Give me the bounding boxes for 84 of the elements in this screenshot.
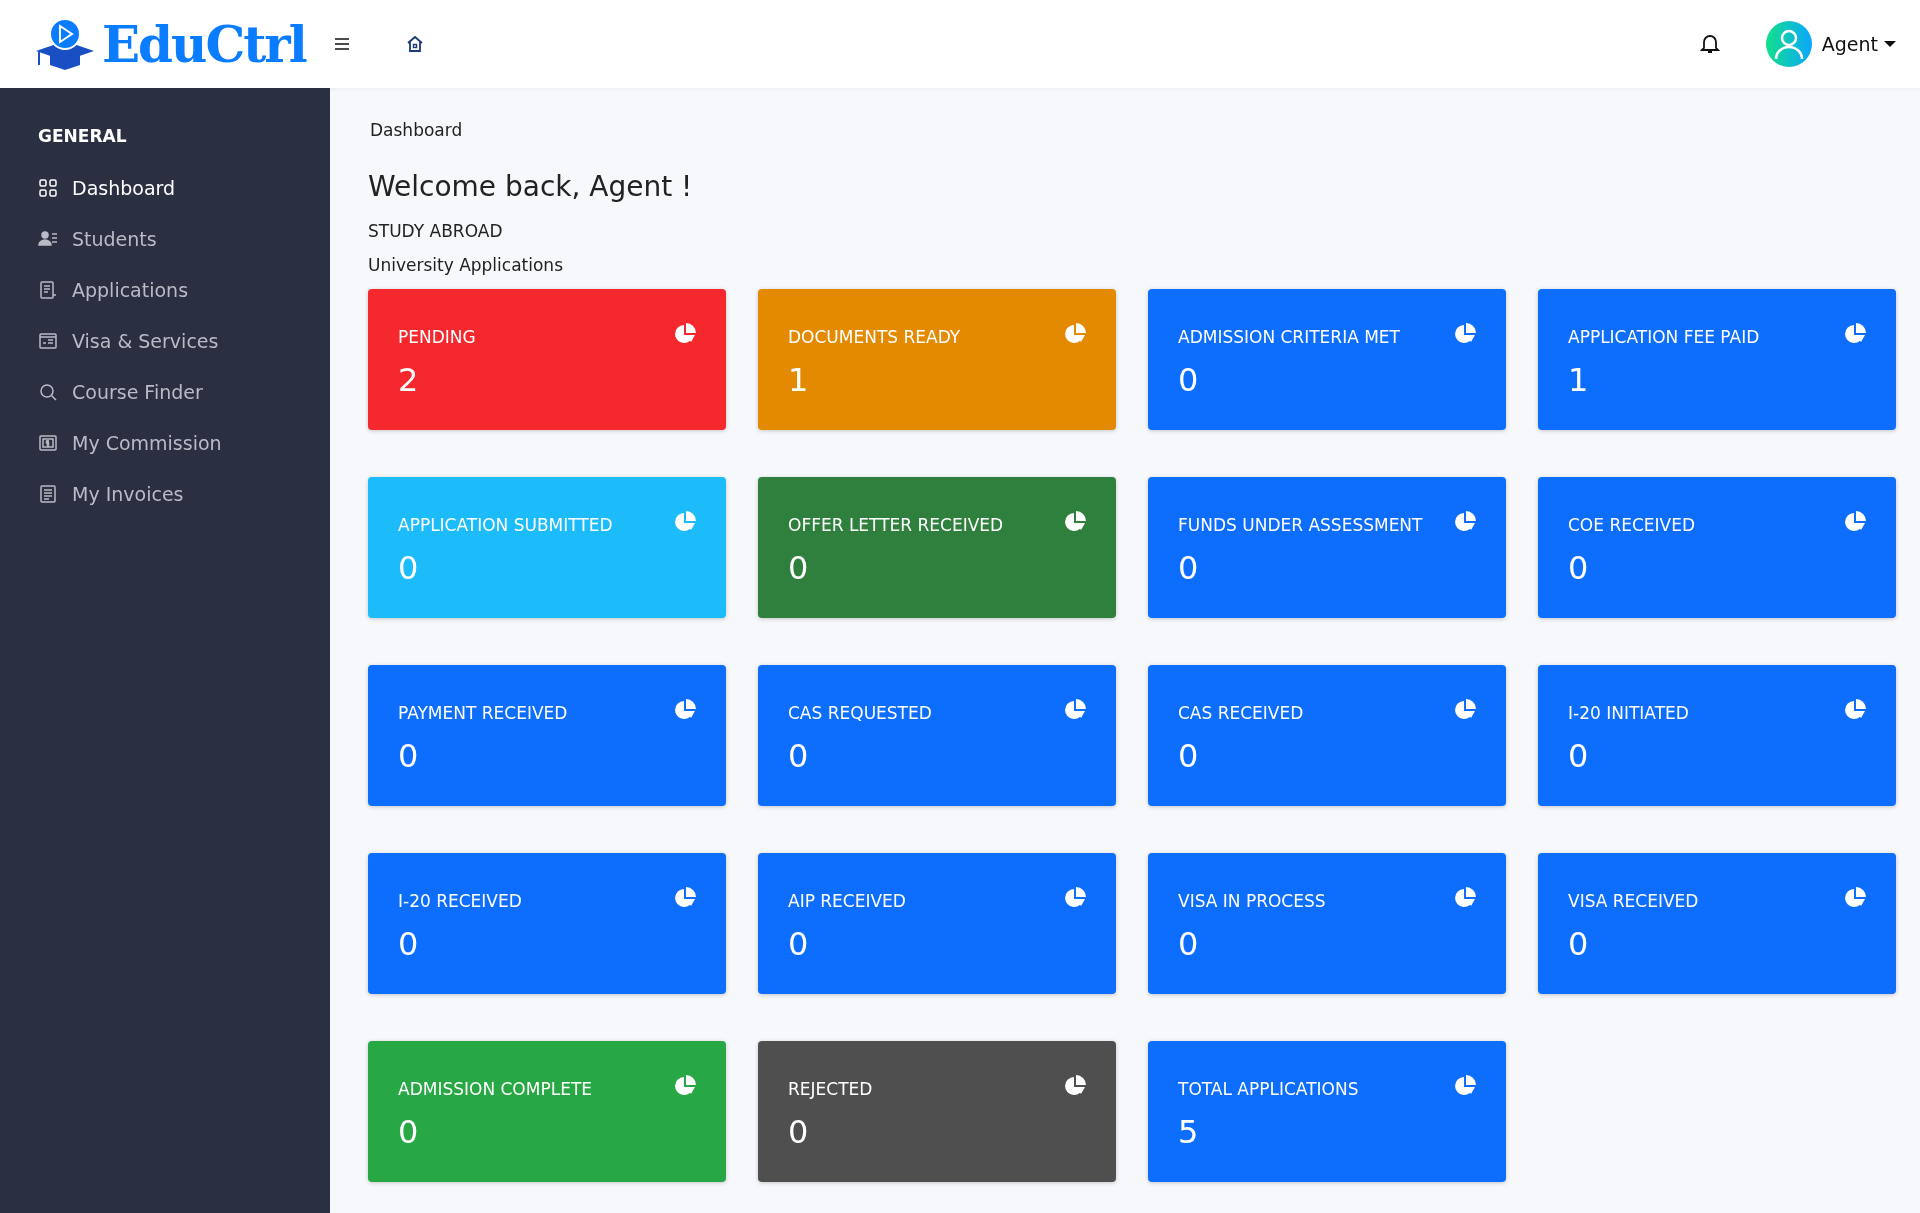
card-title: DOCUMENTS READY	[788, 326, 961, 347]
card-title: AIP RECEIVED	[788, 890, 906, 911]
user-menu-button[interactable]: Agent	[1821, 33, 1896, 55]
card-title: ADMISSION COMPLETE	[398, 1078, 592, 1099]
card-title: VISA IN PROCESS	[1178, 890, 1326, 911]
card-count: 5	[1178, 1113, 1200, 1151]
grid-icon	[38, 177, 58, 198]
card-count: 1	[788, 361, 810, 399]
card-title: APPLICATION FEE PAID	[1568, 326, 1760, 347]
search-icon	[38, 381, 58, 402]
user-list-icon	[38, 228, 58, 249]
card-title: OFFER LETTER RECEIVED	[788, 514, 1004, 535]
card-title: ADMISSION CRITERIA MET	[1178, 326, 1400, 347]
pie-chart-icon	[1454, 887, 1476, 909]
card-title: REJECTED	[788, 1078, 873, 1099]
card-count: 0	[1178, 737, 1200, 775]
pie-chart-icon	[674, 323, 696, 345]
card-title: APPLICATION SUBMITTED	[398, 514, 613, 535]
sidebar-item[interactable]: Dashboard	[0, 162, 330, 213]
card-title: I-20 RECEIVED	[398, 890, 522, 911]
card-title: FUNDS UNDER ASSESSMENT	[1178, 514, 1423, 535]
card-title: VISA RECEIVED	[1568, 890, 1699, 911]
pie-chart-icon	[674, 1075, 696, 1097]
graduation-cap-icon	[34, 17, 96, 71]
card-count: 0	[788, 549, 810, 587]
sidebar-item[interactable]: Students	[0, 213, 330, 264]
pie-chart-icon	[674, 699, 696, 721]
card-count: 0	[1178, 925, 1200, 963]
notification-bell-icon[interactable]	[1699, 33, 1720, 55]
card-count: 0	[398, 925, 420, 963]
card-count: 0	[1568, 737, 1590, 775]
pie-chart-icon	[1844, 511, 1866, 533]
section-label: STUDY ABROAD	[368, 221, 504, 241]
pie-chart-icon	[1064, 511, 1086, 533]
card-count: 0	[398, 1113, 420, 1151]
card-count: 0	[398, 549, 420, 587]
card-title: I-20 INITIATED	[1568, 702, 1689, 723]
pie-chart-icon	[1454, 1075, 1476, 1097]
pie-chart-icon	[1064, 1075, 1086, 1097]
calendar-icon	[38, 330, 58, 351]
card-title: CAS REQUESTED	[788, 702, 932, 723]
card-count: 0	[1568, 549, 1590, 587]
home-icon[interactable]	[405, 35, 424, 53]
logo-text: EduCtrl	[102, 14, 306, 74]
card-title: TOTAL APPLICATIONS	[1178, 1078, 1359, 1099]
card-title: CAS RECEIVED	[1178, 702, 1304, 723]
pie-chart-icon	[1454, 699, 1476, 721]
sidebar-item[interactable]: My Invoices	[0, 468, 330, 519]
invoice-icon	[38, 483, 58, 504]
pie-chart-icon	[1844, 323, 1866, 345]
welcome-heading: Welcome back, Agent !	[368, 170, 694, 203]
avatar-icon[interactable]	[1765, 21, 1812, 67]
sidebar-item[interactable]: Visa & Services	[0, 315, 330, 366]
card-count: 0	[398, 737, 420, 775]
pie-chart-icon	[1064, 887, 1086, 909]
card-count: 0	[1568, 925, 1590, 963]
pie-chart-icon	[1844, 699, 1866, 721]
card-count: 0	[788, 737, 810, 775]
caret-icon	[1884, 40, 1896, 48]
pie-chart-icon	[1844, 887, 1866, 909]
card-count: 0	[788, 1113, 810, 1151]
card-title: PENDING	[398, 326, 476, 347]
pie-chart-icon	[1454, 511, 1476, 533]
pie-chart-icon	[674, 511, 696, 533]
pie-chart-icon	[674, 887, 696, 909]
card-count: 1	[1568, 361, 1590, 399]
sidebar-section-title: GENERAL	[38, 126, 128, 146]
card-count: 2	[398, 361, 420, 399]
card-count: 0	[1178, 549, 1200, 587]
sidebar-item[interactable]: Applications	[0, 264, 330, 315]
document-icon	[38, 279, 58, 300]
sidebar-item[interactable]: Course Finder	[0, 366, 330, 417]
money-icon	[38, 432, 58, 453]
card-title: PAYMENT RECEIVED	[398, 702, 568, 723]
card-count: 0	[1178, 361, 1200, 399]
pie-chart-icon	[1064, 699, 1086, 721]
sidebar-item[interactable]: My Commission	[0, 417, 330, 468]
card-count: 0	[788, 925, 810, 963]
pie-chart-icon	[1064, 323, 1086, 345]
card-title: COE RECEIVED	[1568, 514, 1696, 535]
menu-icon[interactable]	[333, 37, 350, 51]
pie-chart-icon	[1454, 323, 1476, 345]
breadcrumb: Dashboard	[370, 120, 464, 140]
subsection-label: University Applications	[368, 255, 564, 275]
